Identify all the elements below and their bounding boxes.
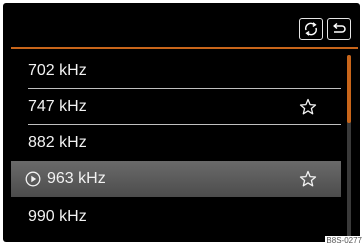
station-frequency: 702 kHz [28, 62, 87, 79]
back-button[interactable] [327, 18, 351, 40]
station-row[interactable]: 990 kHz [11, 199, 341, 235]
top-bar [3, 3, 360, 47]
station-frequency: 963 kHz [47, 170, 106, 187]
scrollbar-thumb[interactable] [347, 55, 351, 123]
station-frequency: 747 kHz [28, 98, 87, 115]
playing-icon [25, 171, 41, 187]
station-row-playing[interactable]: 963 kHz [11, 161, 341, 197]
station-frequency: 990 kHz [28, 208, 87, 225]
refresh-icon [304, 22, 318, 36]
station-list: 702 kHz 747 kHz 882 kHz 963 kHz 990 kHz [11, 53, 341, 235]
header-accent-line [11, 47, 358, 49]
refresh-button[interactable] [299, 18, 323, 40]
back-icon [333, 22, 346, 33]
radio-station-list-screen: 702 kHz 747 kHz 882 kHz 963 kHz 990 kHz [3, 3, 360, 242]
station-row[interactable]: 882 kHz [11, 125, 341, 161]
reference-code: B8S-0277 [325, 236, 363, 245]
scrollbar[interactable] [347, 55, 351, 240]
favorite-star-icon[interactable] [299, 98, 317, 116]
favorite-star-icon[interactable] [299, 170, 317, 188]
station-row[interactable]: 747 kHz [11, 89, 341, 125]
station-row[interactable]: 702 kHz [11, 53, 341, 89]
station-frequency: 882 kHz [28, 134, 87, 151]
